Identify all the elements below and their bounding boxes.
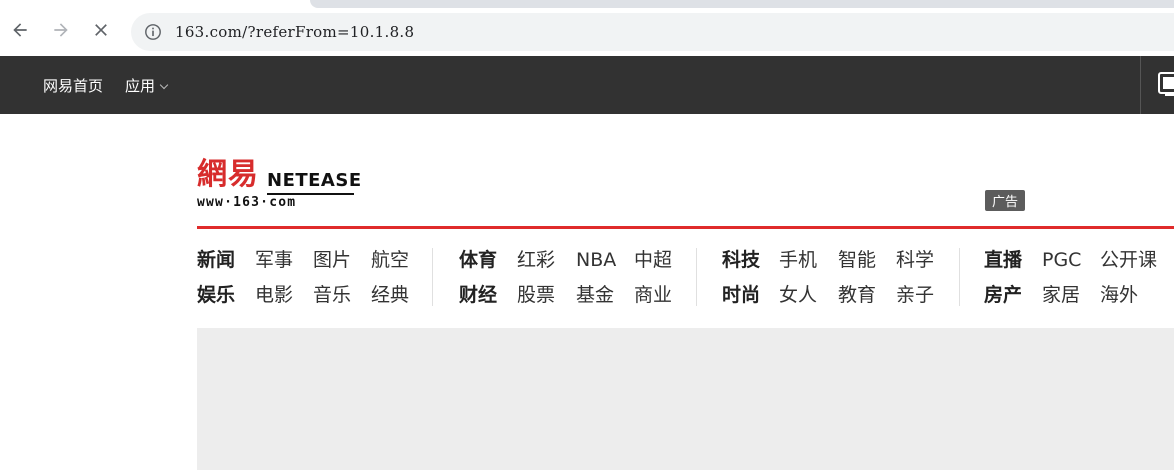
nav-item[interactable]: 科学 [896,248,934,272]
stop-button[interactable] [89,18,113,42]
nav-head-sports[interactable]: 体育 [459,248,497,272]
browser-toolbar: 163.com/?referFrom=10.1.8.8 [0,0,1174,56]
address-bar[interactable]: 163.com/?referFrom=10.1.8.8 [131,13,1174,51]
nav-head-house[interactable]: 房产 [984,283,1022,307]
nav-head-live[interactable]: 直播 [984,248,1022,272]
nav-head-ent[interactable]: 娱乐 [197,283,235,307]
close-icon [95,24,107,36]
logo-domain: www·163·com [197,195,297,210]
ad-badge: 广告 [985,190,1025,211]
nav-item[interactable]: 图片 [313,248,351,272]
nav-item[interactable]: 商业 [634,283,672,307]
nav-item[interactable]: 手机 [779,248,817,272]
info-icon[interactable] [143,22,163,42]
nav-item[interactable]: NBA [576,248,616,272]
home-link[interactable]: 网易首页 [43,75,103,96]
nav-item[interactable]: 女人 [779,283,817,307]
chevron-down-icon [159,80,169,90]
apps-menu[interactable]: 应用 [125,75,169,96]
nav-head-news[interactable]: 新闻 [197,248,235,272]
nav-item[interactable]: 中超 [634,248,672,272]
nav-item[interactable]: 家居 [1042,283,1080,307]
netease-logo[interactable]: 網易 NETEASE www·163·com [197,157,361,214]
nav-head-fashion[interactable]: 时尚 [722,283,760,307]
nav-item[interactable]: 航空 [371,248,409,272]
logo-chinese: 網易 [197,157,259,192]
nav-head-finance[interactable]: 财经 [459,283,497,307]
url-text: 163.com/?referFrom=10.1.8.8 [175,23,415,41]
nav-item[interactable]: 海外 [1100,283,1138,307]
nav-item[interactable]: 教育 [838,283,876,307]
brand-divider [197,226,1174,229]
back-button[interactable] [8,18,32,42]
nav-item[interactable]: 基金 [576,283,614,307]
nav-separator [696,248,697,306]
nav-separator [432,248,433,306]
topbar-divider [1140,56,1141,114]
nav-item[interactable]: 经典 [371,283,409,307]
arrow-left-icon [13,23,27,37]
banner-placeholder [197,328,1174,470]
nav-item[interactable]: 音乐 [313,283,351,307]
nav-separator [959,248,960,306]
nav-item[interactable]: 红彩 [517,248,555,272]
arrow-right-icon [54,23,68,37]
nav-item[interactable]: 股票 [517,283,555,307]
nav-item[interactable]: PGC [1042,248,1081,272]
nav-item[interactable]: 智能 [838,248,876,272]
nav-item[interactable]: 公开课 [1100,248,1157,272]
nav-item[interactable]: 军事 [255,248,293,272]
site-top-bar: 网易首页 应用 [0,56,1174,114]
forward-button[interactable] [49,18,73,42]
nav-item[interactable]: 电影 [255,283,293,307]
nav-head-tech[interactable]: 科技 [722,248,760,272]
nav-item[interactable]: 亲子 [896,283,934,307]
tab-strip [310,0,1174,8]
logo-english: NETEASE [267,170,362,191]
tv-icon[interactable] [1157,70,1174,100]
apps-label: 应用 [125,77,156,95]
